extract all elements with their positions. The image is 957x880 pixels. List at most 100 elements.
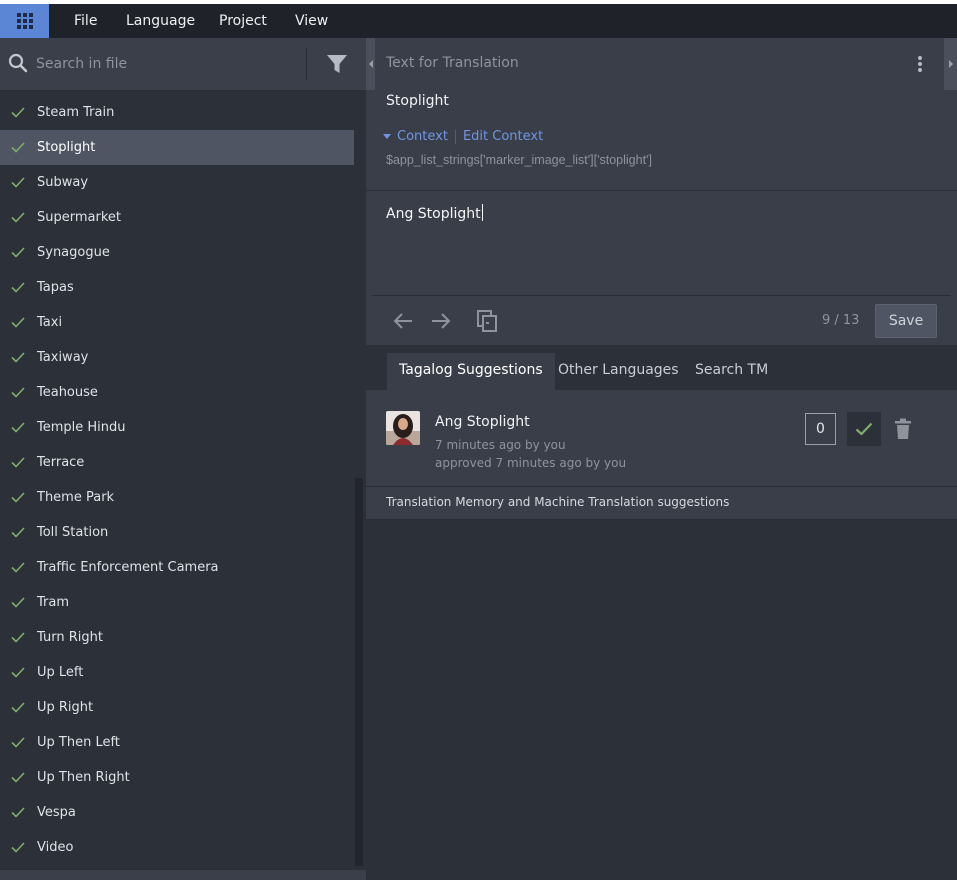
string-list-item[interactable]: Subway <box>0 165 354 200</box>
string-list-item-label: Tram <box>37 595 70 610</box>
string-list-item[interactable]: Video <box>0 830 354 865</box>
string-list-item[interactable]: Taxiway <box>0 340 354 375</box>
trash-icon[interactable] <box>894 418 912 440</box>
checkmark-icon <box>11 597 25 608</box>
string-list-item-label: Steam Train <box>37 105 115 120</box>
string-list: Steam Train Stoplight Subway Supermarket Syn… <box>0 95 354 865</box>
checkmark-icon <box>11 457 25 468</box>
translation-editor[interactable]: Ang Stoplight <box>366 191 957 295</box>
checkmark-icon <box>11 737 25 748</box>
string-list-item[interactable]: Theme Park <box>0 480 354 515</box>
string-list-item-label: Taxi <box>37 315 63 330</box>
tab-search-tm[interactable]: Search TM <box>683 353 780 390</box>
string-list-item-label: Traffic Enforcement Camera <box>37 560 219 575</box>
tab-other-languages[interactable]: Other Languages <box>546 353 691 390</box>
context-toggle[interactable]: Context <box>383 129 448 144</box>
suggestion-text: Ang Stoplight <box>435 414 530 430</box>
string-list-item[interactable]: Tapas <box>0 270 354 305</box>
string-list-item[interactable]: Steam Train <box>0 95 354 130</box>
expand-panel-button[interactable] <box>944 38 957 90</box>
arrow-right-icon[interactable] <box>430 312 452 330</box>
string-list-item[interactable]: Terrace <box>0 445 354 480</box>
checkmark-icon <box>11 317 25 328</box>
checkmark-icon <box>11 562 25 573</box>
chevron-right-icon <box>948 60 953 68</box>
search-icon <box>8 53 28 73</box>
filter-icon[interactable] <box>326 53 348 75</box>
string-list-item-label: Taxiway <box>37 350 89 365</box>
checkmark-icon <box>11 352 25 363</box>
string-list-item-label: Terrace <box>37 455 85 470</box>
checkmark-icon <box>11 422 25 433</box>
suggestion-tabs: Tagalog Suggestions Other Languages Sear… <box>366 345 957 390</box>
text-caret <box>481 204 483 221</box>
editor-toolbar: 9 / 13 Save <box>372 295 951 345</box>
editor-panel: Text for Translation Stoplight Context E… <box>366 38 957 880</box>
menu-project[interactable]: Project <box>219 4 267 38</box>
top-menu-bar: File Language Project View <box>0 0 957 38</box>
translation-input[interactable]: Ang Stoplight <box>386 204 483 222</box>
edit-context-link[interactable]: Edit Context <box>463 129 543 144</box>
scrollbar[interactable] <box>355 478 363 866</box>
collapse-sidebar-button[interactable] <box>366 38 375 90</box>
string-list-item-label: Toll Station <box>37 525 109 540</box>
string-list-item[interactable]: Turn Right <box>0 620 354 655</box>
string-list-item[interactable]: Supermarket <box>0 200 354 235</box>
copy-source-icon[interactable] <box>476 309 498 333</box>
string-list-item[interactable]: Up Then Left <box>0 725 354 760</box>
search-input[interactable] <box>36 52 296 76</box>
tab-tagalog-suggestions[interactable]: Tagalog Suggestions <box>387 353 555 390</box>
arrow-left-icon[interactable] <box>392 312 414 330</box>
checkmark-icon <box>11 842 25 853</box>
chevron-left-icon <box>368 60 373 68</box>
checkmark-icon <box>11 212 25 223</box>
checkmark-icon <box>11 282 25 293</box>
suggestion-approved: approved 7 minutes ago by you <box>435 456 627 470</box>
apps-menu-button[interactable] <box>0 4 49 38</box>
string-list-item-label: Tapas <box>37 280 74 295</box>
string-list-item-label: Theme Park <box>37 490 115 505</box>
avatar <box>386 411 420 445</box>
string-list-item[interactable]: Stoplight <box>0 130 354 165</box>
string-list-item-label: Up Then Right <box>37 770 130 785</box>
string-list-item-label: Subway <box>37 175 89 190</box>
string-list-item[interactable]: Toll Station <box>0 515 354 550</box>
string-list-item[interactable]: Temple Hindu <box>0 410 354 445</box>
checkmark-icon <box>11 492 25 503</box>
string-list-item[interactable]: Vespa <box>0 795 354 830</box>
string-list-item-label: Stoplight <box>37 140 96 155</box>
checkmark-icon <box>11 247 25 258</box>
checkmark-icon <box>11 527 25 538</box>
approve-button[interactable] <box>847 412 881 446</box>
string-counter: 9 / 13 <box>822 313 860 328</box>
string-list-item[interactable]: Up Left <box>0 655 354 690</box>
checkmark-icon <box>11 177 25 188</box>
suggestion-created: 7 minutes ago by you <box>435 438 566 452</box>
string-list-item[interactable]: Up Right <box>0 690 354 725</box>
menu-view[interactable]: View <box>295 4 328 38</box>
string-list-item[interactable]: Traffic Enforcement Camera <box>0 550 354 585</box>
checkmark-icon <box>11 387 25 398</box>
translation-text: Ang Stoplight <box>386 206 481 222</box>
string-list-item[interactable]: Taxi <box>0 305 354 340</box>
suggestion-item: Ang Stoplight 7 minutes ago by you appro… <box>366 390 957 486</box>
context-divider <box>454 129 456 144</box>
string-list-item[interactable]: Up Then Right <box>0 760 354 795</box>
string-list-item-label: Vespa <box>37 805 76 820</box>
tm-results-area <box>366 520 957 880</box>
more-options-icon[interactable] <box>914 54 926 74</box>
string-list-item[interactable]: Teahouse <box>0 375 354 410</box>
tm-section-header: Translation Memory and Machine Translati… <box>366 487 957 520</box>
string-list-item[interactable]: Tram <box>0 585 354 620</box>
caret-down-icon <box>383 134 391 139</box>
checkmark-icon <box>855 422 873 436</box>
menu-file[interactable]: File <box>74 4 97 38</box>
tm-section-label: Translation Memory and Machine Translati… <box>386 495 730 509</box>
menu-language[interactable]: Language <box>126 4 195 38</box>
string-list-item[interactable]: Synagogue <box>0 235 354 270</box>
save-button[interactable]: Save <box>875 304 937 338</box>
checkmark-icon <box>11 142 25 153</box>
source-header: Text for Translation <box>386 55 519 71</box>
string-list-item-label: Up Then Left <box>37 735 120 750</box>
checkmark-icon <box>11 772 25 783</box>
